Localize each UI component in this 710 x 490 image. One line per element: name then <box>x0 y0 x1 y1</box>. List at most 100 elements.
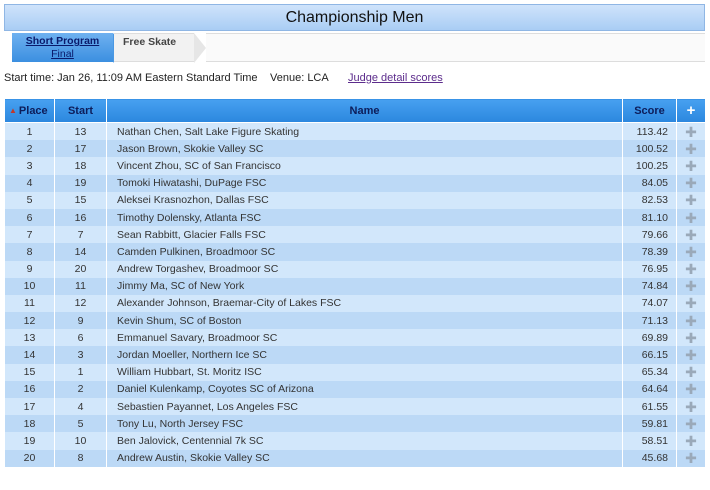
table-row[interactable]: 9 20 Andrew Torgashev, Broadmoor SC 76.95 ✚ <box>4 260 706 278</box>
expand-row-button[interactable]: ✚ <box>676 363 706 381</box>
expand-row-button[interactable]: ✚ <box>676 226 706 244</box>
expand-row-button[interactable]: ✚ <box>676 191 706 209</box>
place-cell: 5 <box>4 191 55 209</box>
score-cell: 113.42 <box>622 122 677 141</box>
expand-row-button[interactable]: ✚ <box>676 140 706 158</box>
place-cell: 18 <box>4 415 55 433</box>
place-cell: 13 <box>4 329 55 347</box>
start-cell: 19 <box>54 174 107 192</box>
plus-icon: ✚ <box>685 381 697 398</box>
expand-row-button[interactable]: ✚ <box>676 312 706 330</box>
skater-name-cell: Andrew Torgashev, Broadmoor SC <box>106 260 623 278</box>
venue: Venue: LCA <box>270 72 329 84</box>
start-cell: 7 <box>54 226 107 244</box>
table-row[interactable]: 4 19 Tomoki Hiwatashi, DuPage FSC 84.05 ✚ <box>4 174 706 192</box>
expand-row-button[interactable]: ✚ <box>676 277 706 295</box>
tab-bar-filler <box>206 33 705 62</box>
place-cell: 19 <box>4 432 55 450</box>
table-row[interactable]: 13 6 Emmanuel Savary, Broadmoor SC 69.89 ✚ <box>4 329 706 347</box>
plus-icon: ✚ <box>685 192 697 209</box>
table-row[interactable]: 18 5 Tony Lu, North Jersey FSC 59.81 ✚ <box>4 415 706 433</box>
skater-name-cell: Jordan Moeller, Northern Ice SC <box>106 346 623 364</box>
column-header-score[interactable]: Score <box>622 98 677 123</box>
table-row[interactable]: 7 7 Sean Rabbitt, Glacier Falls FSC 79.66 ✚ <box>4 226 706 244</box>
table-row[interactable]: 11 12 Alexander Johnson, Braemar-City of L… <box>4 294 706 313</box>
start-cell: 17 <box>54 140 107 158</box>
expand-row-button[interactable]: ✚ <box>676 157 706 175</box>
tab-arrow <box>194 33 206 63</box>
expand-row-button[interactable]: ✚ <box>676 398 706 416</box>
expand-row-button[interactable]: ✚ <box>676 174 706 192</box>
tab-short-program[interactable]: Short Program Final <box>12 33 113 62</box>
tab-short-program-sub[interactable]: Final <box>12 48 113 61</box>
table-row[interactable]: 17 4 Sebastien Payannet, Los Angeles FSC 61… <box>4 398 706 416</box>
table-row[interactable]: 3 18 Vincent Zhou, SC of San Francisco 100.… <box>4 157 706 175</box>
start-time: Start time: Jan 26, 11:09 AM Eastern Sta… <box>4 72 258 84</box>
skater-name-cell: Nathan Chen, Salt Lake Figure Skating <box>106 122 623 141</box>
table-row[interactable]: 12 9 Kevin Shum, SC of Boston 71.13 ✚ <box>4 312 706 330</box>
judge-detail-link[interactable]: Judge detail scores <box>348 72 443 84</box>
expand-row-button[interactable]: ✚ <box>676 243 706 261</box>
score-cell: 66.15 <box>622 346 677 364</box>
table-row[interactable]: 1 13 Nathan Chen, Salt Lake Figure Skating… <box>4 122 706 141</box>
expand-row-button[interactable]: ✚ <box>676 432 706 450</box>
score-cell: 82.53 <box>622 191 677 209</box>
table-row[interactable]: 5 15 Aleksei Krasnozhon, Dallas FSC 82.53 ✚ <box>4 191 706 209</box>
start-cell: 11 <box>54 277 107 295</box>
plus-icon: ✚ <box>685 226 697 243</box>
expand-row-button[interactable]: ✚ <box>676 380 706 398</box>
tab-free-skate-label[interactable]: Free Skate <box>123 36 176 48</box>
table-row[interactable]: 2 17 Jason Brown, Skokie Valley SC 100.52 ✚ <box>4 140 706 158</box>
skater-name-cell: Jason Brown, Skokie Valley SC <box>106 140 623 158</box>
table-row[interactable]: 15 1 William Hubbart, St. Moritz ISC 65.34 ✚ <box>4 363 706 381</box>
place-cell: 11 <box>4 294 55 313</box>
tab-short-program-label[interactable]: Short Program <box>12 35 113 48</box>
skater-name-cell: Andrew Austin, Skokie Valley SC <box>106 449 623 467</box>
expand-row-button[interactable]: ✚ <box>676 294 706 313</box>
start-cell: 13 <box>54 122 107 141</box>
table-row[interactable]: 20 8 Andrew Austin, Skokie Valley SC 45.68 ✚ <box>4 449 706 467</box>
expand-row-button[interactable]: ✚ <box>676 122 706 141</box>
tab-free-skate[interactable]: Free Skate <box>114 33 194 62</box>
expand-row-button[interactable]: ✚ <box>676 329 706 347</box>
page-title: Championship Men <box>4 4 705 31</box>
skater-name-cell: Alexander Johnson, Braemar-City of Lakes… <box>106 294 623 313</box>
column-header-place-label: Place <box>18 104 48 117</box>
score-cell: 58.51 <box>622 432 677 450</box>
skater-name-cell: Daniel Kulenkamp, Coyotes SC of Arizona <box>106 380 623 398</box>
expand-row-button[interactable]: ✚ <box>676 449 706 467</box>
table-row[interactable]: 19 10 Ben Jalovick, Centennial 7k SC 58.51 ✚ <box>4 432 706 450</box>
score-cell: 74.07 <box>622 294 677 313</box>
expand-row-button[interactable]: ✚ <box>676 415 706 433</box>
place-cell: 20 <box>4 449 55 467</box>
skater-name-cell: Emmanuel Savary, Broadmoor SC <box>106 329 623 347</box>
start-cell: 14 <box>54 243 107 261</box>
sort-up-icon: ▲ <box>9 106 17 116</box>
table-row[interactable]: 14 3 Jordan Moeller, Northern Ice SC 66.15 ✚ <box>4 346 706 364</box>
table-row[interactable]: 10 11 Jimmy Ma, SC of New York 74.84 ✚ <box>4 277 706 295</box>
column-header-start[interactable]: Start <box>54 98 107 123</box>
place-cell: 6 <box>4 208 55 227</box>
table-row[interactable]: 8 14 Camden Pulkinen, Broadmoor SC 78.39 ✚ <box>4 243 706 261</box>
place-cell: 8 <box>4 243 55 261</box>
start-cell: 15 <box>54 191 107 209</box>
plus-icon: + <box>686 102 696 119</box>
expand-row-button[interactable]: ✚ <box>676 208 706 227</box>
start-cell: 6 <box>54 329 107 347</box>
column-header-name[interactable]: Name <box>106 98 623 123</box>
place-cell: 3 <box>4 157 55 175</box>
plus-icon: ✚ <box>685 123 697 140</box>
plus-icon: ✚ <box>685 278 697 295</box>
skater-name-cell: Sean Rabbitt, Glacier Falls FSC <box>106 226 623 244</box>
expand-row-button[interactable]: ✚ <box>676 260 706 278</box>
segment-tabs: Short Program Final Free Skate <box>4 33 705 63</box>
place-cell: 15 <box>4 363 55 381</box>
table-row[interactable]: 16 2 Daniel Kulenkamp, Coyotes SC of Arizo… <box>4 380 706 398</box>
expand-all-button[interactable]: + <box>676 98 706 123</box>
expand-row-button[interactable]: ✚ <box>676 346 706 364</box>
score-cell: 76.95 <box>622 260 677 278</box>
place-cell: 10 <box>4 277 55 295</box>
column-header-place[interactable]: ▲ Place <box>4 98 55 123</box>
table-row[interactable]: 6 16 Timothy Dolensky, Atlanta FSC 81.10 ✚ <box>4 208 706 227</box>
plus-icon: ✚ <box>685 243 697 260</box>
